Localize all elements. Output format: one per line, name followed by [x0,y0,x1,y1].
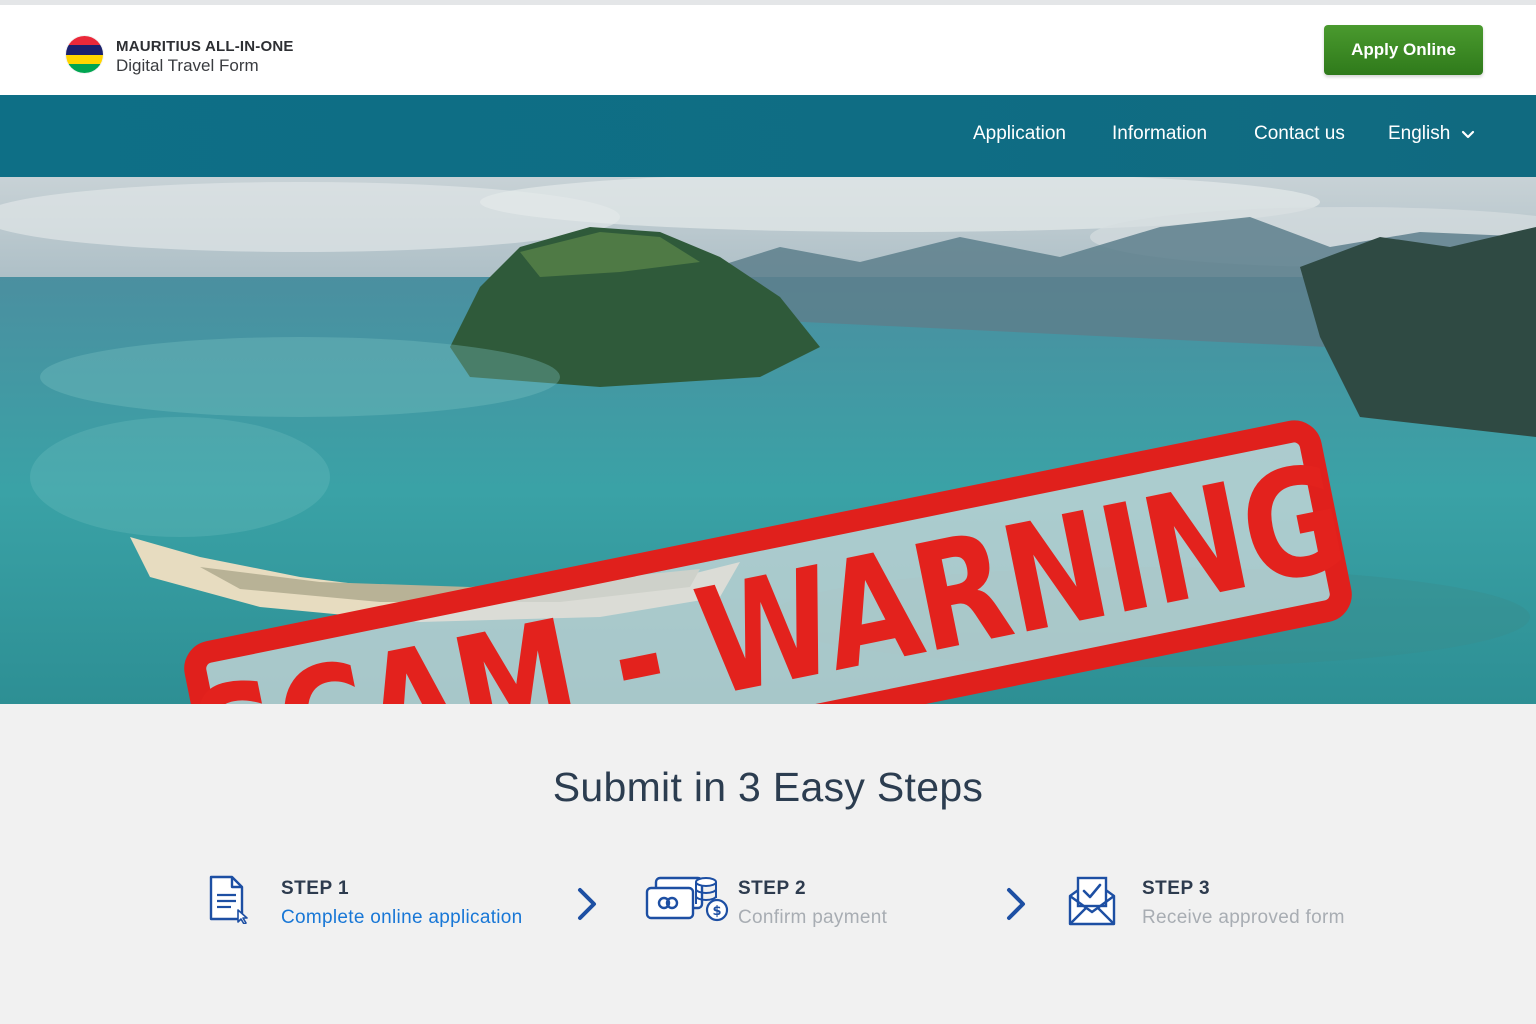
main-nav: Application Information Contact us Engli… [0,95,1536,177]
brand-subtitle[interactable]: Digital Travel Form [116,56,259,76]
step-1-link[interactable]: Complete online application [281,907,523,929]
svg-text:$: $ [712,904,721,919]
step-2-description: Confirm payment [738,907,888,928]
nav-link-application[interactable]: Application [973,123,1066,145]
chevron-right-icon [578,888,596,920]
step-3-label: STEP 3 [1142,878,1211,899]
step-2-label: STEP 2 [738,878,807,899]
site-header: MAURITIUS ALL-IN-ONE Digital Travel Form… [0,5,1536,95]
chevron-down-icon [1462,130,1475,139]
envelope-check-icon [1068,876,1116,926]
apply-online-button[interactable]: Apply Online [1324,25,1483,75]
steps-section: Submit in 3 Easy Steps STEP 1 Complete o… [0,704,1536,1024]
nav-link-contact[interactable]: Contact us [1254,123,1345,145]
payment-card-coins-icon: $ [645,876,729,922]
chevron-right-icon [1007,888,1025,920]
nav-link-information[interactable]: Information [1112,123,1207,145]
mauritius-flag-logo[interactable] [66,36,103,73]
brand-title[interactable]: MAURITIUS ALL-IN-ONE [116,38,294,55]
language-label: English [1388,123,1451,144]
language-selector[interactable]: English [1388,123,1476,145]
steps-heading: Submit in 3 Easy Steps [552,764,984,810]
step-3-description: Receive approved form [1142,907,1345,928]
document-form-icon [209,875,248,924]
step-1-label: STEP 1 [281,878,350,899]
hero-banner: SCAM - WARNING [0,177,1536,704]
